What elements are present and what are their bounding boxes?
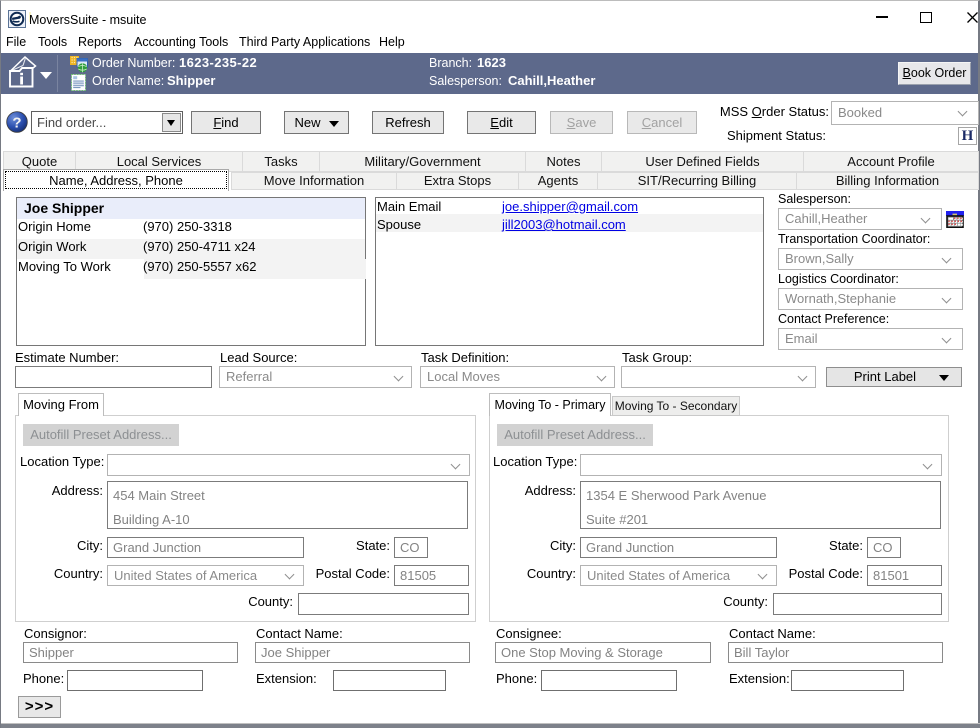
svg-text:?: ? [12,115,21,132]
